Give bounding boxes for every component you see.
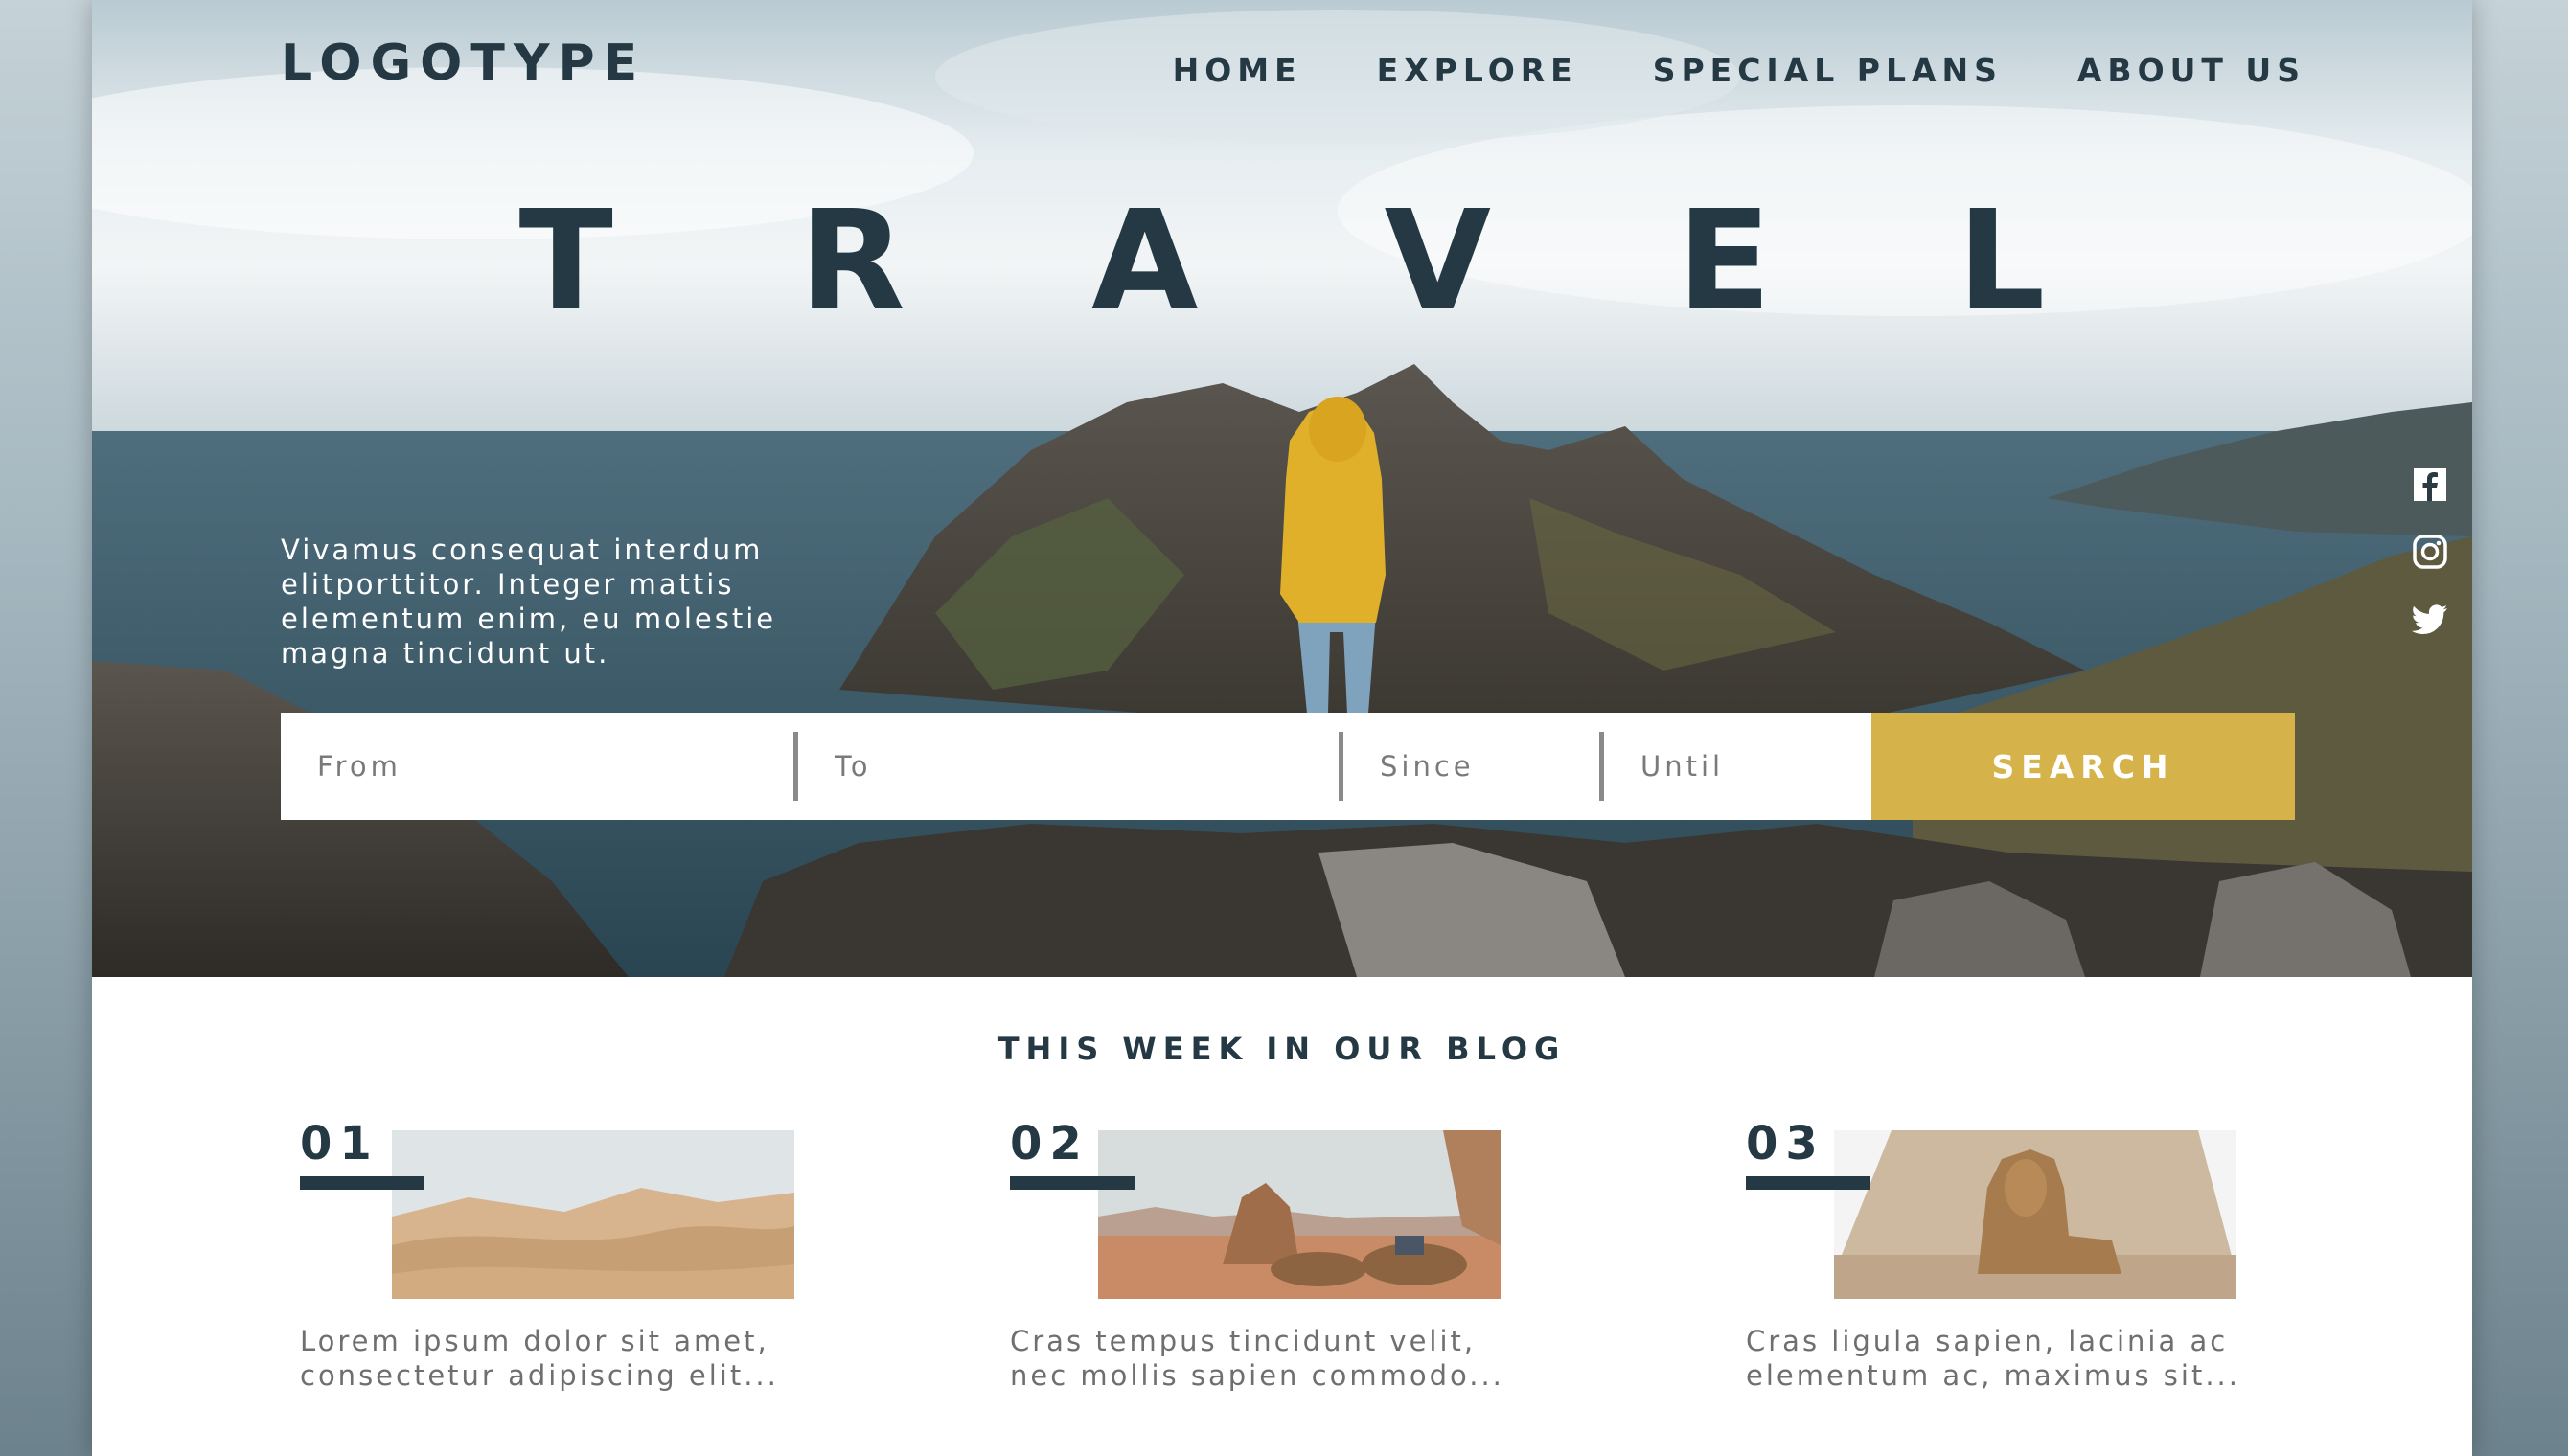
nav-item-explore[interactable]: EXPLORE xyxy=(1377,52,1578,89)
number-underline xyxy=(300,1176,424,1190)
from-field-wrapper xyxy=(281,713,798,820)
logo[interactable]: LOGOTYPE xyxy=(281,34,646,92)
hero-tagline: Vivamus consequat interdum elitporttitor… xyxy=(281,534,777,670)
page: LOGOTYPE HOME EXPLORE SPECIAL PLANS ABOU… xyxy=(92,0,2472,1456)
nav-item-special-plans[interactable]: SPECIAL PLANS xyxy=(1653,52,2003,89)
sphinx-pyramid-image[interactable] xyxy=(1834,1130,2236,1299)
blog-card-number: 02 xyxy=(1010,1117,1089,1171)
blog-card-excerpt: Lorem ipsum dolor sit amet, consectetur … xyxy=(300,1325,779,1392)
blog-card-excerpt: Cras ligula sapien, lacinia ac elementum… xyxy=(1746,1325,2240,1392)
until-input[interactable] xyxy=(1640,750,1871,783)
desert-camels-image[interactable] xyxy=(1098,1130,1501,1299)
search-form: SEARCH xyxy=(281,713,2295,820)
nav-item-home[interactable]: HOME xyxy=(1173,52,1302,89)
nav-item-about-us[interactable]: ABOUT US xyxy=(2077,52,2305,89)
blog-card-1[interactable]: 01 Lorem ipsum dolor sit amet, consectet… xyxy=(300,1117,798,1404)
hero-title: T R A V E L xyxy=(518,180,2115,341)
blog-card-number: 03 xyxy=(1746,1117,1825,1171)
until-field-wrapper xyxy=(1604,713,1871,820)
number-underline xyxy=(1010,1176,1135,1190)
since-input[interactable] xyxy=(1380,750,1604,783)
blog-section-title: THIS WEEK IN OUR BLOG xyxy=(997,1031,1567,1067)
since-field-wrapper xyxy=(1343,713,1604,820)
desert-dunes-image[interactable] xyxy=(392,1130,794,1299)
blog-card-3[interactable]: 03 Cras ligula sapien, lacinia ac elemen… xyxy=(1746,1117,2244,1404)
to-input[interactable] xyxy=(835,750,1343,783)
facebook-icon[interactable] xyxy=(2411,466,2449,504)
from-input[interactable] xyxy=(317,750,798,783)
hero-background-image xyxy=(92,0,2472,977)
twitter-icon[interactable] xyxy=(2411,600,2449,638)
number-underline xyxy=(1746,1176,1870,1190)
main-nav: HOME EXPLORE SPECIAL PLANS ABOUT US xyxy=(1173,52,2305,89)
search-button[interactable]: SEARCH xyxy=(1871,713,2295,820)
to-field-wrapper xyxy=(798,713,1343,820)
instagram-icon[interactable] xyxy=(2411,533,2449,571)
hero-section: LOGOTYPE HOME EXPLORE SPECIAL PLANS ABOU… xyxy=(92,0,2472,977)
blog-card-excerpt: Cras tempus tincidunt velit, nec mollis … xyxy=(1010,1325,1504,1392)
blog-card-number: 01 xyxy=(300,1117,379,1171)
blog-card-2[interactable]: 02 Cras tempus tincidunt velit, nec moll… xyxy=(1010,1117,1508,1404)
social-links xyxy=(2411,466,2449,638)
